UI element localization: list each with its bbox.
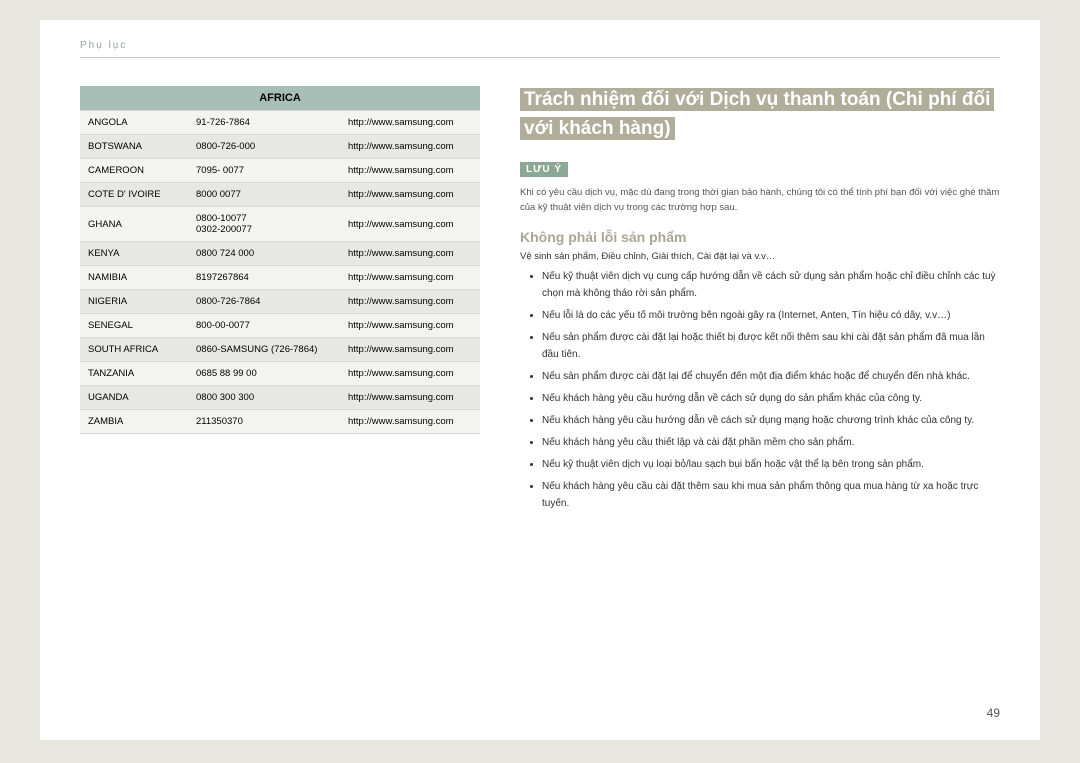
country-cell: NIGERIA (80, 290, 188, 314)
url-cell: http://www.samsung.com (340, 135, 480, 159)
phone-cell: 0860-SAMSUNG (726-7864) (188, 338, 340, 362)
phone-cell: 0800 300 300 (188, 386, 340, 410)
url-cell: http://www.samsung.com (340, 266, 480, 290)
list-item: Nếu kỹ thuật viên dịch vụ loại bỏ/lau sạ… (542, 456, 1000, 473)
document-page: Phụ lục AFRICA ANGOLA91-726-7864http://w… (40, 20, 1040, 740)
country-cell: COTE D' IVOIRE (80, 183, 188, 207)
bullet-list: Nếu kỹ thuật viên dịch vụ cung cấp hướng… (520, 268, 1000, 512)
url-cell: http://www.samsung.com (340, 386, 480, 410)
subheading: Không phải lỗi sản phẩm (520, 229, 1000, 245)
table-row: SOUTH AFRICA0860-SAMSUNG (726-7864)http:… (80, 338, 480, 362)
url-cell: http://www.samsung.com (340, 410, 480, 434)
country-cell: SOUTH AFRICA (80, 338, 188, 362)
url-cell: http://www.samsung.com (340, 290, 480, 314)
country-cell: CAMEROON (80, 159, 188, 183)
right-column: Trách nhiệm đối với Dịch vụ thanh toán (… (520, 86, 1000, 517)
main-title-wrap: Trách nhiệm đối với Dịch vụ thanh toán (… (520, 86, 1000, 143)
list-item: Nếu sản phẩm được cài đặt lại để chuyển … (542, 368, 1000, 385)
url-cell: http://www.samsung.com (340, 362, 480, 386)
url-cell: http://www.samsung.com (340, 159, 480, 183)
sub-desc: Vệ sinh sản phẩm, Điều chỉnh, Giải thích… (520, 251, 1000, 262)
phone-cell: 800-00-0077 (188, 314, 340, 338)
table-row: BOTSWANA0800-726-000http://www.samsung.c… (80, 135, 480, 159)
table-row: COTE D' IVOIRE8000 0077http://www.samsun… (80, 183, 480, 207)
country-cell: UGANDA (80, 386, 188, 410)
country-cell: SENEGAL (80, 314, 188, 338)
list-item: Nếu khách hàng yêu cầu hướng dẫn về cách… (542, 412, 1000, 429)
table-row: GHANA0800-10077 0302-200077http://www.sa… (80, 207, 480, 242)
table-row: ANGOLA91-726-7864http://www.samsung.com (80, 111, 480, 135)
table-row: KENYA0800 724 000http://www.samsung.com (80, 242, 480, 266)
list-item: Nếu sản phẩm được cài đặt lại hoặc thiết… (542, 329, 1000, 363)
phone-cell: 211350370 (188, 410, 340, 434)
phone-cell: 91-726-7864 (188, 111, 340, 135)
table-row: UGANDA0800 300 300http://www.samsung.com (80, 386, 480, 410)
url-cell: http://www.samsung.com (340, 242, 480, 266)
country-cell: ZAMBIA (80, 410, 188, 434)
note-badge: LƯU Ý (520, 162, 568, 177)
url-cell: http://www.samsung.com (340, 111, 480, 135)
country-cell: TANZANIA (80, 362, 188, 386)
url-cell: http://www.samsung.com (340, 314, 480, 338)
table-row: ZAMBIA211350370http://www.samsung.com (80, 410, 480, 434)
phone-cell: 8000 0077 (188, 183, 340, 207)
main-title: Trách nhiệm đối với Dịch vụ thanh toán (… (520, 88, 994, 140)
list-item: Nếu lỗi là do các yếu tố môi trường bên … (542, 307, 1000, 324)
list-item: Nếu khách hàng yêu cầu thiết lập và cài … (542, 434, 1000, 451)
url-cell: http://www.samsung.com (340, 338, 480, 362)
list-item: Nếu khách hàng yêu cầu cài đặt thêm sau … (542, 478, 1000, 512)
content-columns: AFRICA ANGOLA91-726-7864http://www.samsu… (80, 86, 1000, 517)
phone-cell: 8197267864 (188, 266, 340, 290)
country-cell: KENYA (80, 242, 188, 266)
table-row: NIGERIA0800-726-7864http://www.samsung.c… (80, 290, 480, 314)
table-row: CAMEROON7095- 0077http://www.samsung.com (80, 159, 480, 183)
phone-cell: 0800 724 000 (188, 242, 340, 266)
region-header: AFRICA (80, 86, 480, 111)
phone-cell: 0800-10077 0302-200077 (188, 207, 340, 242)
country-cell: GHANA (80, 207, 188, 242)
table-row: SENEGAL800-00-0077http://www.samsung.com (80, 314, 480, 338)
table-row: TANZANIA0685 88 99 00http://www.samsung.… (80, 362, 480, 386)
phone-cell: 0800-726-7864 (188, 290, 340, 314)
url-cell: http://www.samsung.com (340, 183, 480, 207)
appendix-label: Phụ lục (80, 40, 1000, 58)
list-item: Nếu khách hàng yêu cầu hướng dẫn về cách… (542, 390, 1000, 407)
phone-cell: 7095- 0077 (188, 159, 340, 183)
list-item: Nếu kỹ thuật viên dịch vụ cung cấp hướng… (542, 268, 1000, 302)
page-number: 49 (987, 706, 1000, 720)
note-text: Khi có yêu cầu dịch vụ, mặc dù đang tron… (520, 185, 1000, 215)
phone-cell: 0800-726-000 (188, 135, 340, 159)
phone-cell: 0685 88 99 00 (188, 362, 340, 386)
country-cell: ANGOLA (80, 111, 188, 135)
table-row: NAMIBIA8197267864http://www.samsung.com (80, 266, 480, 290)
contact-table: AFRICA ANGOLA91-726-7864http://www.samsu… (80, 86, 480, 434)
country-cell: BOTSWANA (80, 135, 188, 159)
left-column: AFRICA ANGOLA91-726-7864http://www.samsu… (80, 86, 480, 517)
url-cell: http://www.samsung.com (340, 207, 480, 242)
country-cell: NAMIBIA (80, 266, 188, 290)
